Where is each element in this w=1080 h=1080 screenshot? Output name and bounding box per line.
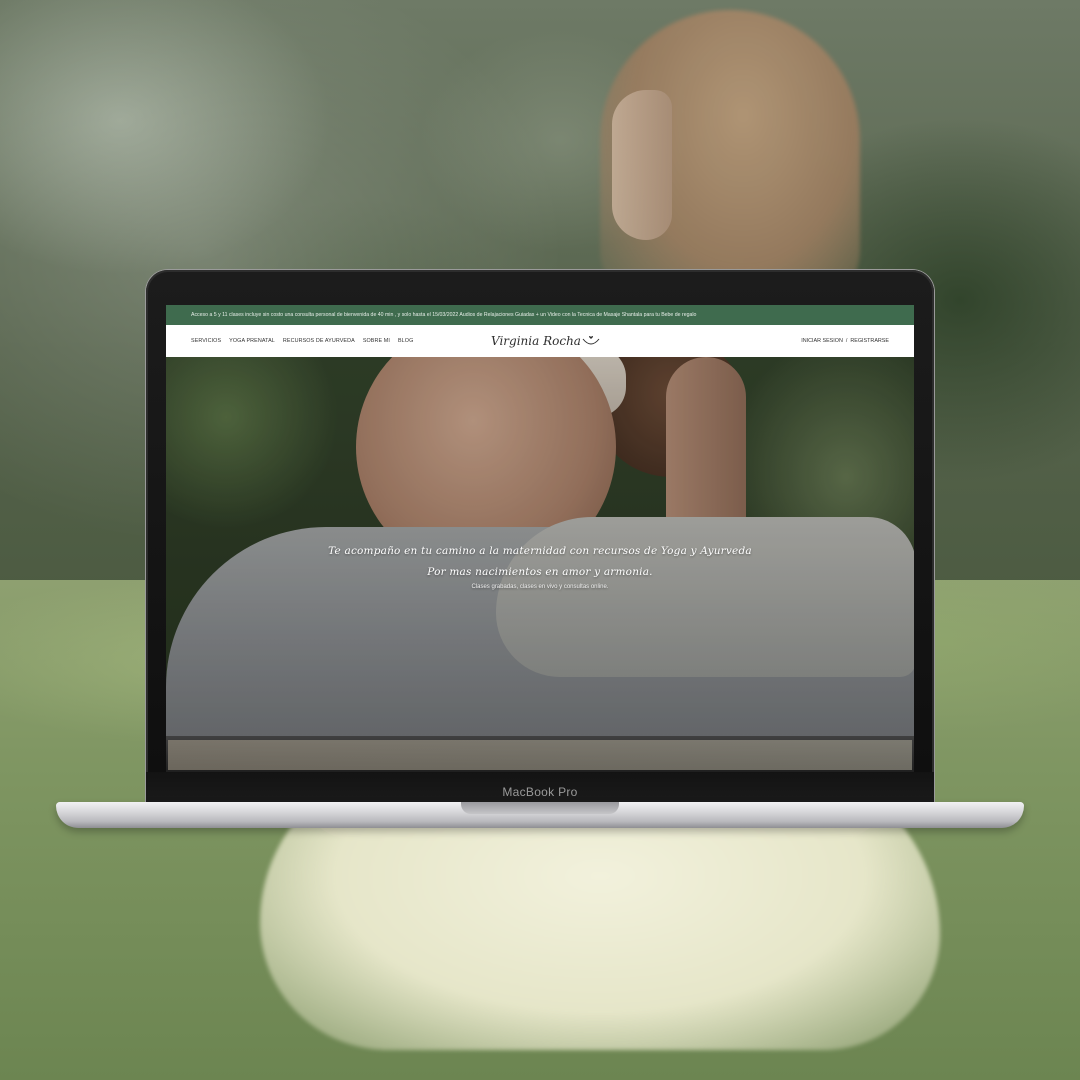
site-header: SERVICIOS YOGA PRENATAL RECURSOS DE AYUR… — [166, 325, 914, 358]
register-link[interactable]: REGISTRARSE — [850, 338, 889, 344]
hero-copy: Te acompaño en tu camino a la maternidad… — [166, 545, 914, 590]
auth-separator: / — [845, 338, 848, 344]
brand-name: Virginia Rocha — [491, 334, 581, 348]
device-label: MacBook Pro — [502, 785, 578, 799]
nav-recursos-ayurveda[interactable]: RECURSOS DE AYURVEDA — [283, 338, 355, 344]
nav-sobre-mi[interactable]: SOBRE MI — [363, 338, 390, 344]
brand-logo[interactable]: Virginia Rocha — [491, 331, 600, 351]
hero-subtitle: Clases grabadas, clases en vivo y consul… — [471, 584, 609, 590]
hero-section: Te acompaño en tu camino a la maternidad… — [166, 357, 914, 736]
announcement-bar: Acceso a 5 y 11 clases incluye sin costo… — [166, 305, 914, 325]
login-link[interactable]: INICIAR SESION — [801, 338, 843, 344]
nav-yoga-prenatal[interactable]: YOGA PRENATAL — [229, 338, 275, 344]
smile-heart-icon — [582, 335, 600, 345]
below-hero-preview — [168, 740, 912, 770]
laptop-screen: Acceso a 5 y 11 clases incluye sin costo… — [166, 305, 914, 772]
auth-links: INICIAR SESION / REGISTRARSE — [801, 325, 889, 357]
main-nav: SERVICIOS YOGA PRENATAL RECURSOS DE AYUR… — [191, 325, 421, 357]
below-hero-strip — [166, 736, 914, 772]
hero-tagline: Por mas nacimientos en amor y armonia. — [427, 566, 653, 578]
nav-servicios[interactable]: SERVICIOS — [191, 338, 221, 344]
announcement-text: Acceso a 5 y 11 clases incluye sin costo… — [191, 312, 697, 318]
nav-blog[interactable]: BLOG — [398, 338, 413, 344]
laptop-notch — [461, 802, 619, 814]
hero-headline: Te acompaño en tu camino a la maternidad… — [328, 545, 752, 557]
